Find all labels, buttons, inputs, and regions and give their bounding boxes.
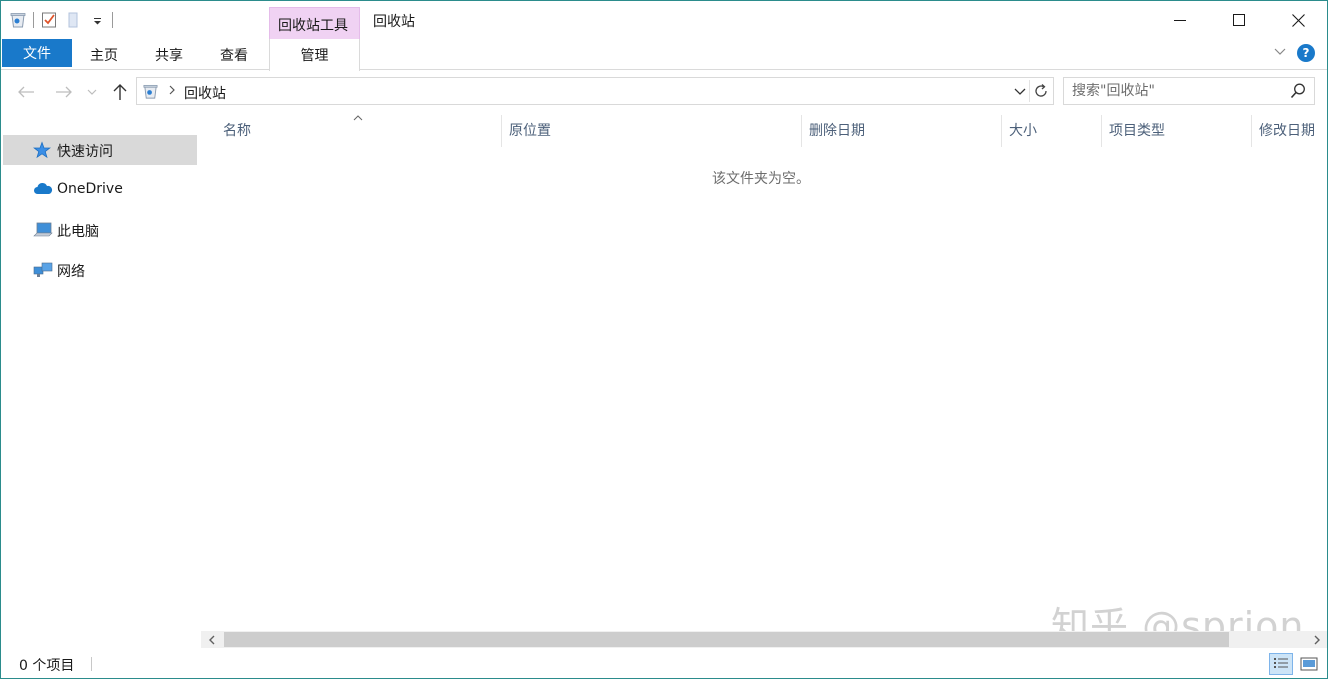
quick-access-toolbar bbox=[9, 9, 113, 31]
maximize-button[interactable] bbox=[1210, 1, 1268, 39]
chevron-down-icon bbox=[1014, 88, 1026, 95]
forward-button[interactable] bbox=[53, 81, 75, 103]
help-icon[interactable]: ? bbox=[1297, 44, 1315, 62]
column-divider[interactable] bbox=[501, 115, 502, 147]
context-tab-group-header: 回收站工具 bbox=[269, 7, 360, 39]
column-header-date-modified[interactable]: 修改日期 bbox=[1259, 120, 1315, 140]
tab-home[interactable]: 主页 bbox=[73, 39, 135, 70]
navigation-pane: 快速访问 OneDrive 此电脑 网络 bbox=[1, 111, 201, 651]
tab-share[interactable]: 共享 bbox=[138, 39, 200, 70]
search-icon[interactable] bbox=[1290, 82, 1306, 100]
large-icons-view-icon bbox=[1300, 657, 1318, 671]
explorer-window: 回收站工具 回收站 文件 主页 共享 查看 管理 ? 回收站 搜索"回收站" 快… bbox=[0, 0, 1328, 679]
new-folder-icon[interactable] bbox=[64, 11, 82, 29]
large-icons-view-button[interactable] bbox=[1297, 653, 1321, 675]
column-divider[interactable] bbox=[1101, 115, 1102, 147]
expand-ribbon-button[interactable] bbox=[1273, 44, 1287, 62]
star-icon bbox=[33, 141, 53, 159]
address-history-button[interactable] bbox=[1014, 82, 1026, 104]
back-button[interactable] bbox=[15, 81, 37, 103]
file-list: 名称 原位置 删除日期 大小 项目类型 修改日期 该文件夹为空。 知乎 @spr… bbox=[201, 111, 1327, 648]
maximize-icon bbox=[1233, 14, 1245, 26]
close-icon bbox=[1291, 13, 1305, 27]
computer-icon bbox=[33, 221, 53, 239]
sort-ascending-icon bbox=[353, 112, 363, 125]
nav-item-label: OneDrive bbox=[57, 181, 123, 197]
scrollbar-thumb[interactable] bbox=[224, 632, 1229, 647]
network-icon bbox=[33, 261, 53, 279]
column-divider[interactable] bbox=[1001, 115, 1002, 147]
empty-folder-message: 该文件夹为空。 bbox=[712, 171, 810, 187]
scroll-right-button[interactable] bbox=[1308, 631, 1325, 648]
search-box[interactable] bbox=[1063, 77, 1315, 105]
chevron-down-icon bbox=[1274, 48, 1286, 55]
ribbon-tabs: 文件 主页 共享 查看 管理 ? bbox=[1, 39, 1327, 71]
nav-item-label: 网络 bbox=[57, 264, 85, 280]
details-view-icon bbox=[1274, 658, 1288, 668]
status-separator bbox=[91, 657, 92, 671]
cloud-icon bbox=[33, 181, 53, 199]
properties-icon[interactable] bbox=[40, 11, 58, 29]
recycle-bin-icon[interactable] bbox=[9, 11, 27, 29]
nav-item-network[interactable]: 网络 bbox=[3, 255, 197, 285]
address-bar[interactable]: 回收站 bbox=[136, 77, 1054, 105]
refresh-button[interactable] bbox=[1029, 80, 1049, 102]
title-bar: 回收站工具 回收站 bbox=[1, 1, 1327, 39]
details-view-button[interactable] bbox=[1269, 653, 1293, 675]
horizontal-scrollbar[interactable] bbox=[201, 631, 1327, 648]
chevron-left-icon bbox=[208, 635, 214, 644]
column-header-size[interactable]: 大小 bbox=[1009, 120, 1037, 140]
nav-item-quick-access[interactable]: 快速访问 bbox=[3, 135, 197, 165]
minimize-button[interactable] bbox=[1151, 1, 1209, 39]
column-header-original-location[interactable]: 原位置 bbox=[509, 120, 551, 140]
chevron-down-icon[interactable] bbox=[88, 11, 106, 29]
recycle-bin-icon bbox=[142, 83, 159, 100]
status-bar: 0 个项目 bbox=[1, 651, 1327, 678]
search-input[interactable] bbox=[1072, 82, 1282, 100]
scroll-left-button[interactable] bbox=[203, 631, 220, 648]
nav-item-label: 此电脑 bbox=[57, 224, 99, 240]
arrow-up-icon bbox=[113, 84, 127, 100]
arrow-right-icon bbox=[56, 86, 72, 98]
column-header-name[interactable]: 名称 bbox=[223, 120, 251, 140]
chevron-down-icon bbox=[87, 89, 97, 95]
nav-item-label: 快速访问 bbox=[57, 144, 113, 160]
close-button[interactable] bbox=[1269, 1, 1327, 39]
up-button[interactable] bbox=[109, 81, 131, 103]
address-row: 回收站 bbox=[1, 71, 1327, 111]
qat-separator bbox=[33, 12, 34, 28]
window-title: 回收站 bbox=[373, 14, 415, 30]
column-divider[interactable] bbox=[801, 115, 802, 147]
tab-manage[interactable]: 管理 bbox=[269, 39, 360, 71]
tab-view[interactable]: 查看 bbox=[203, 39, 265, 70]
nav-item-onedrive[interactable]: OneDrive bbox=[3, 175, 197, 205]
arrow-left-icon bbox=[18, 86, 34, 98]
column-header-item-type[interactable]: 项目类型 bbox=[1109, 120, 1165, 140]
ribbon-controls: ? bbox=[1273, 44, 1315, 62]
column-divider[interactable] bbox=[1251, 115, 1252, 147]
recent-locations-button[interactable] bbox=[84, 81, 100, 103]
nav-item-this-pc[interactable]: 此电脑 bbox=[3, 215, 197, 245]
item-count: 0 个项目 bbox=[19, 658, 75, 674]
refresh-icon bbox=[1035, 84, 1047, 97]
minimize-icon bbox=[1174, 20, 1186, 21]
breadcrumb-separator-icon[interactable] bbox=[168, 82, 176, 102]
context-tab-group-label: 回收站工具 bbox=[278, 18, 348, 34]
qat-separator bbox=[112, 12, 113, 28]
column-header-date-deleted[interactable]: 删除日期 bbox=[809, 120, 865, 140]
chevron-right-icon bbox=[1314, 635, 1320, 644]
tab-file[interactable]: 文件 bbox=[2, 39, 72, 67]
breadcrumb-item[interactable]: 回收站 bbox=[184, 83, 226, 103]
